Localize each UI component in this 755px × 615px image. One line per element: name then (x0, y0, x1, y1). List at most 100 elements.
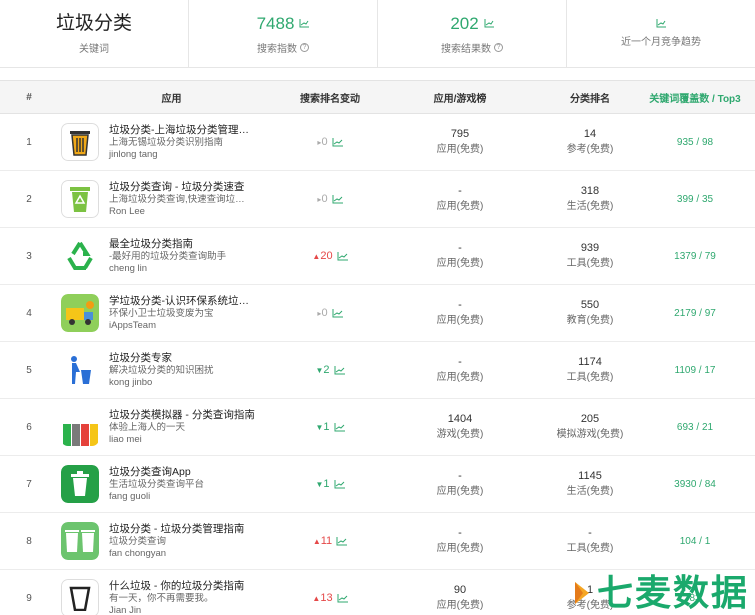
green-bin-icon[interactable] (61, 465, 99, 503)
twin-bins-icon[interactable] (61, 522, 99, 560)
trend-chart-icon[interactable] (337, 251, 348, 261)
keyword-coverage[interactable]: 399 / 35 (635, 194, 755, 205)
table-row[interactable]: 7 垃圾分类查询App 生活垃圾分类查询平台 fang guoli ▼1 - 应… (0, 456, 755, 513)
category-rank-label: 教育(免费) (566, 315, 614, 326)
brand-logo-icon (574, 582, 589, 604)
search-results-card[interactable]: 202 搜索结果数 ? (378, 0, 567, 67)
recycle-arrows-icon[interactable] (61, 237, 99, 275)
chart-rank-cell: - 应用(免费) (375, 297, 545, 329)
help-icon[interactable]: ? (300, 42, 309, 52)
table-row[interactable]: 5 垃圾分类专家 解决垃圾分类的知识困扰 kong jinbo ▼2 - 应用(… (0, 342, 755, 399)
garbage-truck-icon[interactable] (61, 294, 99, 332)
app-name[interactable]: 垃圾分类查询 - 垃圾分类速查 (109, 181, 245, 194)
app-cell[interactable]: 垃圾分类模拟器 - 分类查询指南 体验上海人的一天 liao mei (58, 408, 285, 446)
keyword-coverage[interactable]: 1109 / 17 (635, 365, 755, 376)
app-developer: liao mei (109, 433, 142, 445)
bins-row-icon[interactable] (61, 408, 99, 446)
app-cell[interactable]: 垃圾分类-上海垃圾分类管理… 上海无锡垃圾分类识别指南 jinlong tang (58, 123, 285, 161)
help-icon[interactable]: ? (494, 42, 503, 52)
table-row[interactable]: 6 垃圾分类模拟器 - 分类查询指南 体验上海人的一天 liao mei ▼1 … (0, 399, 755, 456)
category-rank-value: 550 (580, 299, 600, 311)
category-rank-cell: 318 生活(免费) (545, 183, 635, 215)
app-name[interactable]: 最全垃圾分类指南 (109, 238, 226, 251)
category-rank-label: 工具(免费) (566, 258, 614, 269)
outline-bin-icon[interactable] (61, 579, 99, 615)
header-category[interactable]: 分类排名 (545, 90, 635, 105)
chart-rank-value: - (458, 527, 462, 539)
rank-change-value: ▼2 (315, 364, 330, 376)
trend-chart-icon[interactable] (332, 194, 343, 204)
chart-icon[interactable] (656, 19, 666, 28)
app-name[interactable]: 学垃圾分类-认识环保系统垃… (109, 295, 249, 308)
table-row[interactable]: 8 垃圾分类 - 垃圾分类管理指南 垃圾分类查询 fan chongyan ▲1… (0, 513, 755, 570)
app-name[interactable]: 垃圾分类模拟器 - 分类查询指南 (109, 409, 255, 422)
table-row[interactable]: 4 学垃圾分类-认识环保系统垃… 环保小卫士垃圾变废为宝 iAppsTeam ▸… (0, 285, 755, 342)
app-cell[interactable]: 垃圾分类 - 垃圾分类管理指南 垃圾分类查询 fan chongyan (58, 522, 285, 560)
chart-icon[interactable] (299, 19, 310, 28)
chart-icon[interactable] (484, 19, 494, 28)
category-rank-value: 939 (580, 242, 600, 254)
arrow-up-icon: ▲ (312, 537, 321, 546)
app-name[interactable]: 垃圾分类-上海垃圾分类管理… (109, 124, 249, 137)
trend-chart-icon[interactable] (337, 593, 348, 603)
keyword-coverage[interactable]: 104 / 1 (635, 536, 755, 547)
table-row[interactable]: 1 垃圾分类-上海垃圾分类管理… 上海无锡垃圾分类识别指南 jinlong ta… (0, 114, 755, 171)
app-name[interactable]: 垃圾分类查询App (109, 466, 204, 479)
trash-bin-icon[interactable] (61, 123, 99, 161)
app-cell[interactable]: 最全垃圾分类指南 -最好用的垃圾分类查询助手 cheng lin (58, 237, 285, 275)
keyword-card: 垃圾分类 关键词 (0, 0, 189, 67)
header-rank-change[interactable]: 搜索排名变动 (285, 90, 375, 105)
header-keywords[interactable]: 关键词覆盖数 / Top3 (635, 90, 755, 105)
app-name[interactable]: 垃圾分类专家 (109, 352, 214, 365)
rank-cell: 1 (26, 136, 32, 148)
search-index-card[interactable]: 7488 搜索指数 ? (189, 0, 378, 67)
keyword-coverage[interactable]: 2179 / 97 (635, 308, 755, 319)
app-developer: fang guoli (109, 490, 151, 502)
trend-card[interactable]: 近一个月竞争趋势 (567, 0, 755, 67)
trend-chart-icon[interactable] (332, 308, 343, 318)
app-subtitle: 上海垃圾分类查询,快速查询垃… (109, 193, 245, 205)
chart-rank-value: 1404 (447, 413, 473, 425)
app-cell[interactable]: 什么垃圾 - 你的垃圾分类指南 有一天，你不再需要我。 Jian Jin (58, 579, 285, 615)
trend-chart-icon[interactable] (334, 365, 345, 375)
app-cell[interactable]: 垃圾分类专家 解决垃圾分类的知识困扰 kong jinbo (58, 351, 285, 389)
app-name[interactable]: 什么垃圾 - 你的垃圾分类指南 (109, 580, 244, 593)
trend-chart-icon[interactable] (332, 137, 343, 147)
trend-chart-icon[interactable] (334, 479, 345, 489)
category-rank-cell: 14 参考(免费) (545, 126, 635, 158)
app-cell[interactable]: 学垃圾分类-认识环保系统垃… 环保小卫士垃圾变废为宝 iAppsTeam (58, 294, 285, 332)
app-name[interactable]: 垃圾分类 - 垃圾分类管理指南 (109, 523, 244, 536)
app-subtitle: 体验上海人的一天 (109, 421, 186, 433)
recycle-bin-icon[interactable] (61, 180, 99, 218)
chart-rank-cell: 1404 游戏(免费) (375, 411, 545, 443)
keyword-coverage[interactable]: 935 / 98 (635, 137, 755, 148)
app-ranking-table: # 应用 搜索排名变动 应用/游戏榜 分类排名 关键词覆盖数 / Top3 1 … (0, 80, 755, 615)
category-rank-cell: 205 模拟游戏(免费) (545, 411, 635, 443)
category-rank-value: 1145 (578, 470, 602, 482)
category-rank-label: 生活(免费) (566, 201, 614, 212)
app-cell[interactable]: 垃圾分类查询App 生活垃圾分类查询平台 fang guoli (58, 465, 285, 503)
person-bin-icon[interactable] (61, 351, 99, 389)
chart-rank-label: 应用(免费) (436, 600, 484, 611)
chart-rank-value: - (458, 299, 462, 311)
keyword-value: 垃圾分类 (55, 12, 132, 34)
category-rank-label: 参考(免费) (566, 144, 614, 155)
app-cell[interactable]: 垃圾分类查询 - 垃圾分类速查 上海垃圾分类查询,快速查询垃… Ron Lee (58, 180, 285, 218)
trend-label: 近一个月竞争趋势 (621, 37, 701, 48)
keyword-coverage[interactable]: 1379 / 79 (635, 251, 755, 262)
table-row[interactable]: 2 垃圾分类查询 - 垃圾分类速查 上海垃圾分类查询,快速查询垃… Ron Le… (0, 171, 755, 228)
category-rank-cell: 1145 生活(免费) (545, 468, 635, 500)
rank-change-value: ▼1 (315, 478, 330, 490)
watermark: 七麦数据 (571, 573, 749, 613)
table-row[interactable]: 3 最全垃圾分类指南 -最好用的垃圾分类查询助手 cheng lin ▲20 -… (0, 228, 755, 285)
chart-rank-label: 应用(免费) (436, 543, 484, 554)
chart-rank-cell: - 应用(免费) (375, 240, 545, 272)
trend-chart-icon[interactable] (336, 536, 348, 546)
keyword-coverage[interactable]: 693 / 21 (635, 422, 755, 433)
category-rank-cell: - 工具(免费) (545, 525, 635, 557)
header-chart[interactable]: 应用/游戏榜 (375, 90, 545, 105)
keyword-coverage[interactable]: 3930 / 84 (635, 479, 755, 490)
rank-cell: 5 (26, 364, 32, 376)
trend-chart-icon[interactable] (334, 422, 345, 432)
category-rank-label: 模拟游戏(免费) (556, 429, 624, 440)
